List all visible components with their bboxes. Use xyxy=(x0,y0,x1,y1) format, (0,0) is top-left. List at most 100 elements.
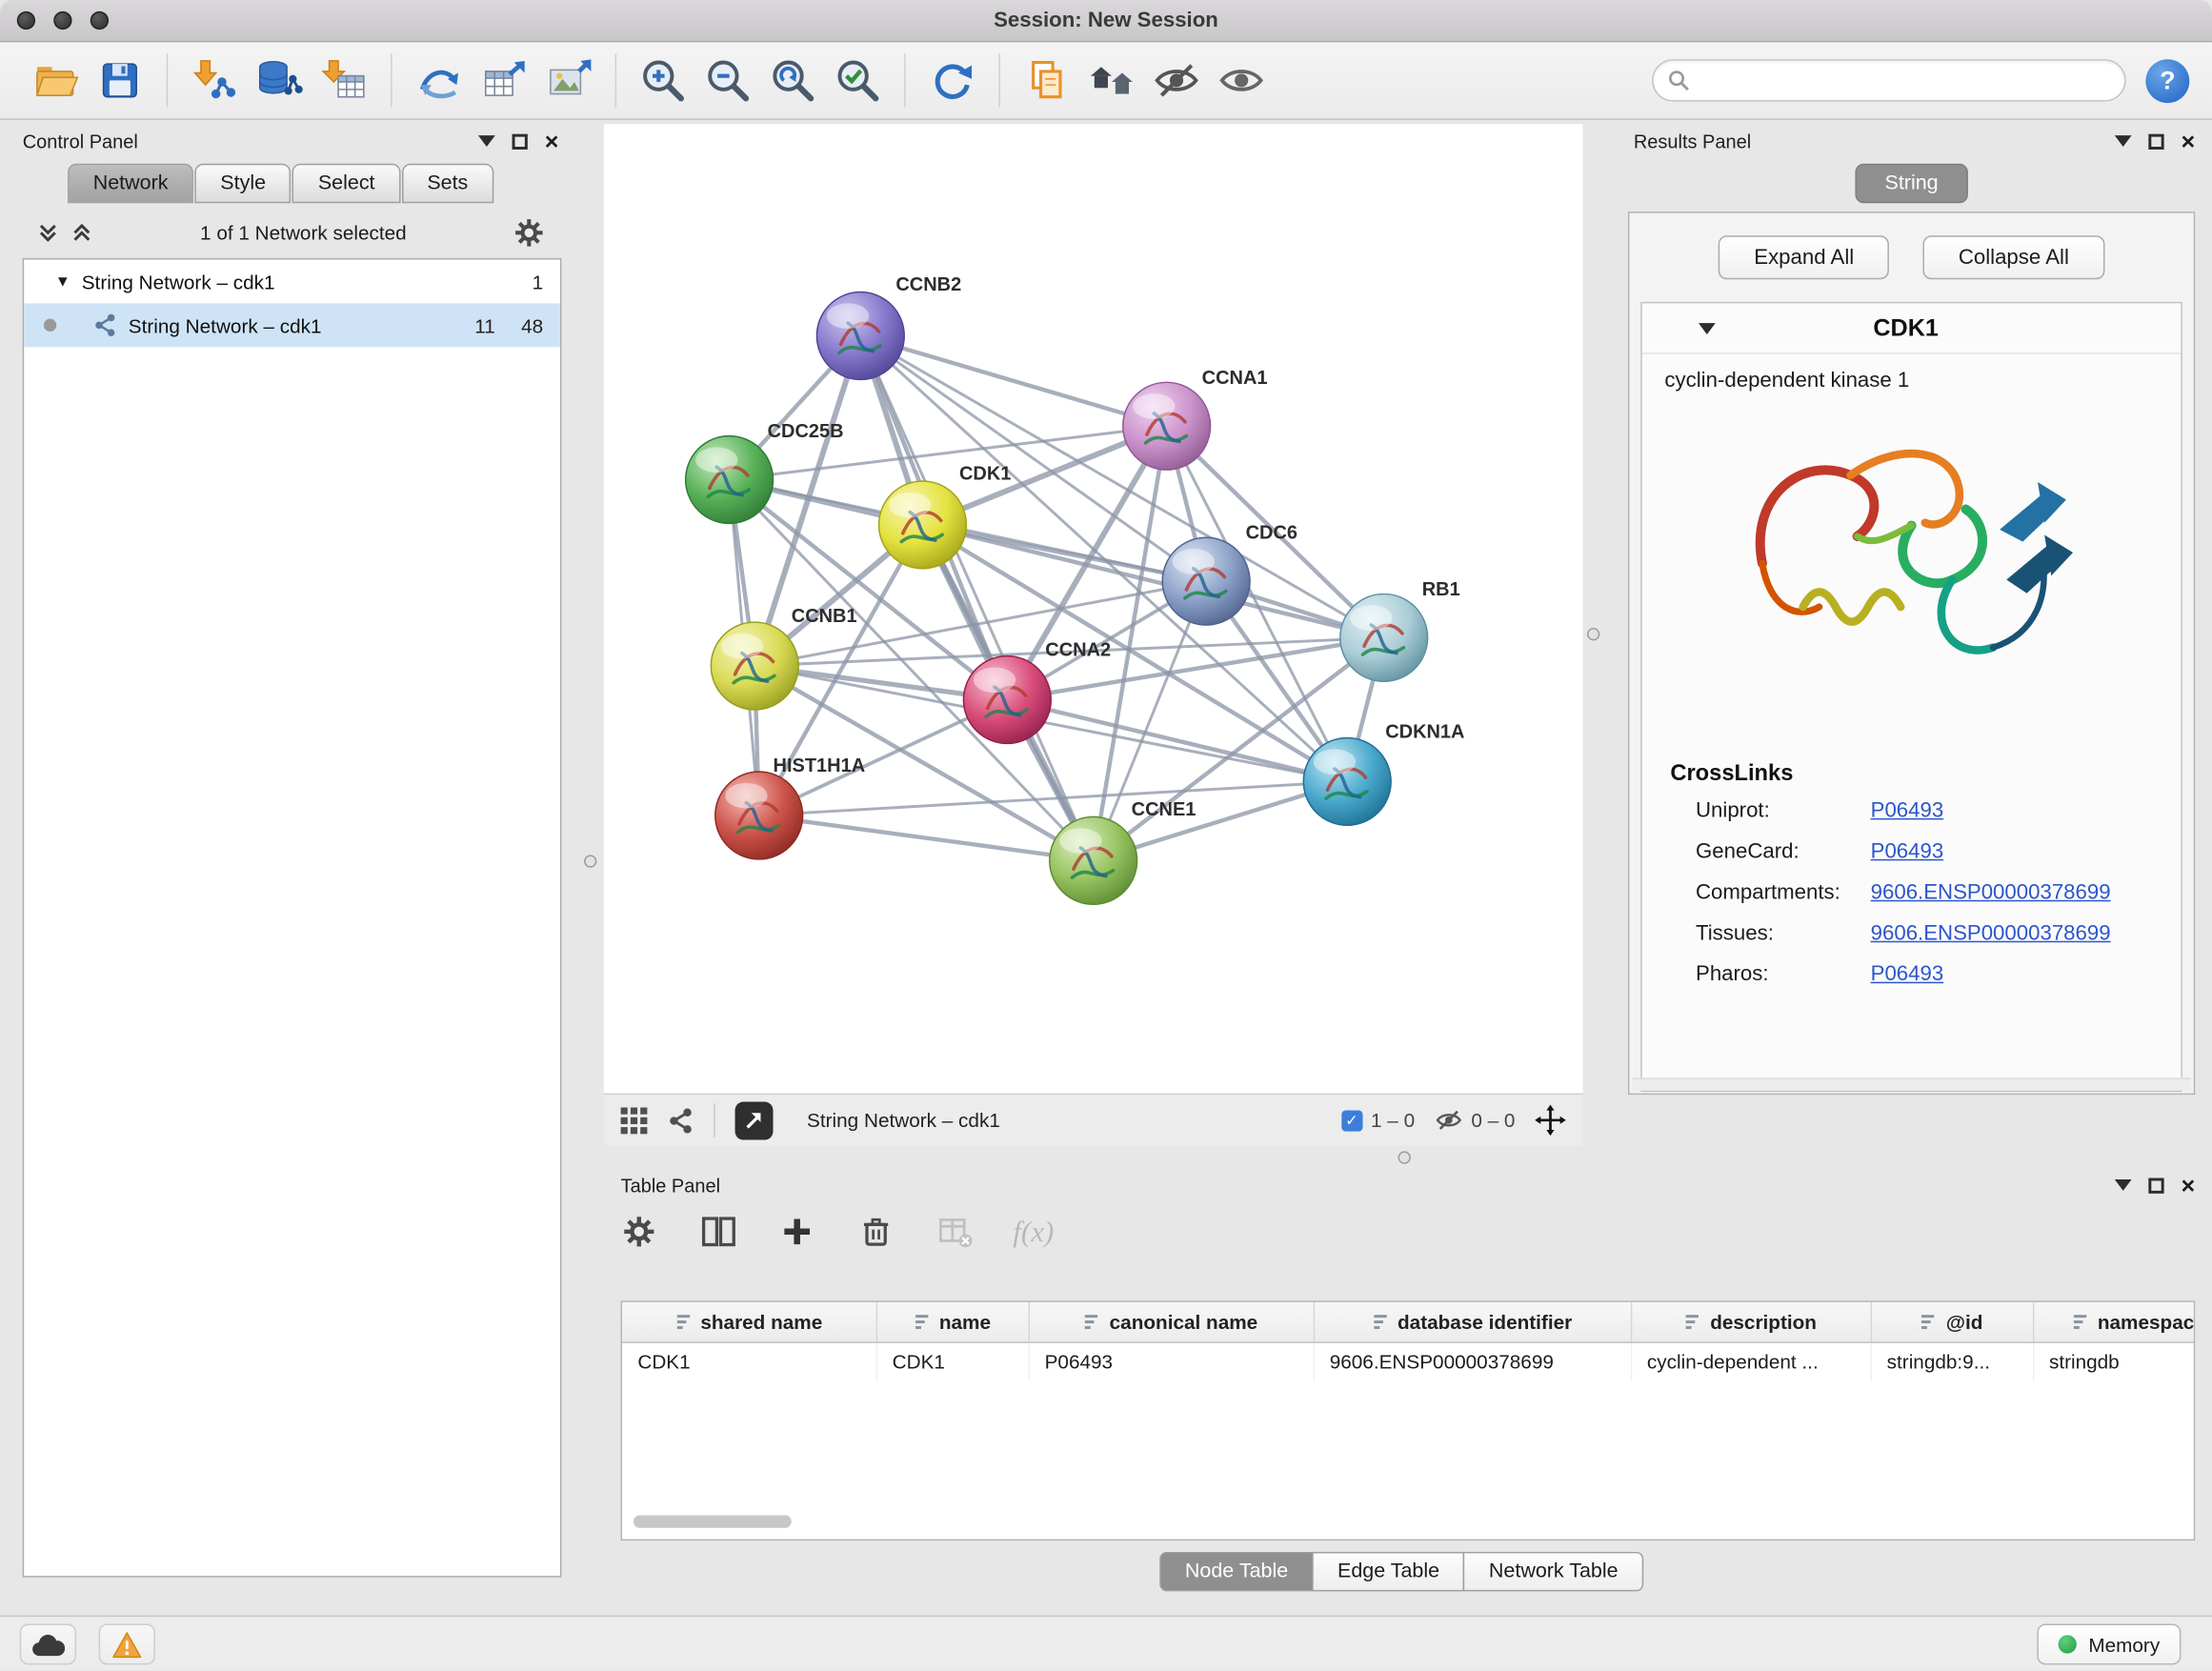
show-columns-button[interactable] xyxy=(697,1211,739,1253)
network-node-CCNB2[interactable] xyxy=(816,292,904,380)
zoom-fit-button[interactable] xyxy=(760,48,825,112)
crosslink-link[interactable]: P06493 xyxy=(1871,962,1944,986)
network-node-CCNA1[interactable] xyxy=(1123,382,1211,470)
sphere-gloss-highlight xyxy=(695,447,737,473)
tab-sets[interactable]: Sets xyxy=(402,164,493,203)
column-header-canonical-name[interactable]: canonical name xyxy=(1029,1302,1314,1341)
crosslink-label: Tissues: xyxy=(1696,921,1871,945)
zoom-selected-button[interactable] xyxy=(825,48,890,112)
refresh-layout-button[interactable] xyxy=(920,48,985,112)
houses-button[interactable] xyxy=(1079,48,1144,112)
cell-name[interactable]: CDK1 xyxy=(876,1341,1029,1380)
horizontal-scrollbar-thumb[interactable] xyxy=(633,1515,792,1527)
tab-style[interactable]: Style xyxy=(195,164,292,203)
crosslink-link[interactable]: 9606.ENSP00000378699 xyxy=(1871,921,2111,945)
create-column-button[interactable] xyxy=(775,1211,817,1253)
column-header-shared-name[interactable]: shared name xyxy=(622,1302,876,1341)
open-session-button[interactable] xyxy=(23,48,88,112)
grid-view-icon[interactable] xyxy=(621,1107,648,1134)
network-node-CDK1[interactable] xyxy=(879,481,967,569)
close-panel-icon[interactable]: × xyxy=(2182,129,2196,152)
tab-network[interactable]: Network xyxy=(68,164,193,203)
crosslink-link[interactable]: P06493 xyxy=(1871,839,1944,863)
expand-all-icon[interactable] xyxy=(70,221,93,244)
tree-collapse-arrow-icon[interactable]: ▼ xyxy=(55,273,70,291)
network-arrows-button[interactable] xyxy=(406,48,471,112)
vertical-splitter-handle[interactable] xyxy=(1587,628,1599,640)
export-table-button[interactable] xyxy=(472,48,536,112)
pan-move-icon[interactable] xyxy=(1535,1105,1566,1137)
column-header-namespace[interactable]: namespace xyxy=(2033,1302,2195,1341)
network-node-CCNE1[interactable] xyxy=(1050,816,1137,904)
memory-button[interactable]: Memory xyxy=(2038,1623,2181,1664)
column-header-database-identifier[interactable]: database identifier xyxy=(1314,1302,1631,1341)
results-scrollbar[interactable] xyxy=(1632,1077,2190,1090)
hide-selected-button[interactable] xyxy=(1144,48,1209,112)
network-node-CCNB1[interactable] xyxy=(711,622,798,710)
tab-network-table[interactable]: Network Table xyxy=(1463,1552,1643,1591)
network-node-CDC25B[interactable] xyxy=(686,436,774,524)
network-node-CCNA2[interactable] xyxy=(963,656,1051,744)
gear-icon[interactable] xyxy=(513,217,545,249)
panel-menu-icon[interactable] xyxy=(2115,135,2132,147)
export-network-button[interactable] xyxy=(735,1101,774,1139)
network-node-CDKN1A[interactable] xyxy=(1303,737,1391,825)
help-button[interactable]: ? xyxy=(2145,58,2189,102)
tab-edge-table[interactable]: Edge Table xyxy=(1312,1552,1464,1591)
panel-menu-icon[interactable] xyxy=(478,135,495,147)
column-header-description[interactable]: description xyxy=(1631,1302,1871,1341)
search-input[interactable] xyxy=(1690,70,2110,92)
warnings-button[interactable] xyxy=(99,1623,155,1664)
network-node-RB1[interactable] xyxy=(1340,594,1428,681)
cell-description[interactable]: cyclin-dependent ... xyxy=(1631,1341,1871,1380)
float-panel-icon[interactable] xyxy=(2148,133,2163,149)
network-edge[interactable] xyxy=(759,815,1094,860)
close-panel-icon[interactable]: × xyxy=(545,129,559,152)
birdseye-view-icon[interactable] xyxy=(667,1107,694,1134)
network-row-selected[interactable]: String Network – cdk1 11 48 xyxy=(24,303,560,347)
column-header-id[interactable]: @id xyxy=(1871,1302,2033,1341)
cell-shared-name[interactable]: CDK1 xyxy=(622,1341,876,1380)
float-panel-icon[interactable] xyxy=(2148,1178,2163,1193)
save-session-button[interactable] xyxy=(88,48,152,112)
zoom-in-button[interactable] xyxy=(631,48,695,112)
tab-select[interactable]: Select xyxy=(292,164,400,203)
cell-id[interactable]: stringdb:9... xyxy=(1871,1341,2033,1380)
export-image-button[interactable] xyxy=(536,48,601,112)
section-collapse-icon[interactable] xyxy=(1699,322,1716,333)
column-header-name[interactable]: name xyxy=(876,1302,1029,1341)
vertical-splitter-handle[interactable] xyxy=(584,855,596,867)
network-collection-row[interactable]: ▼ String Network – cdk1 1 xyxy=(24,259,560,303)
import-table-button[interactable] xyxy=(312,48,376,112)
collapse-all-button[interactable]: Collapse All xyxy=(1923,235,2104,279)
close-panel-icon[interactable]: × xyxy=(2182,1173,2196,1197)
panel-menu-icon[interactable] xyxy=(2115,1179,2132,1191)
collapse-all-icon[interactable] xyxy=(37,221,60,244)
table-row[interactable]: CDK1 CDK1 P06493 9606.ENSP00000378699 cy… xyxy=(622,1341,2195,1380)
network-node-HIST1H1A[interactable] xyxy=(715,772,803,859)
import-network-file-button[interactable] xyxy=(182,48,247,112)
float-panel-icon[interactable] xyxy=(513,133,528,149)
delete-column-button[interactable] xyxy=(855,1211,896,1253)
network-edge[interactable] xyxy=(860,335,1166,426)
network-node-CDC6[interactable] xyxy=(1162,537,1250,625)
cell-canonical-name[interactable]: P06493 xyxy=(1029,1341,1314,1380)
import-network-database-button[interactable] xyxy=(247,48,312,112)
toolbar-search-field[interactable] xyxy=(1652,59,2126,101)
tab-node-table[interactable]: Node Table xyxy=(1159,1552,1314,1591)
expand-all-button[interactable]: Expand All xyxy=(1719,235,1889,279)
horizontal-splitter-handle[interactable] xyxy=(1398,1151,1411,1163)
crosslink-link[interactable]: P06493 xyxy=(1871,798,1944,822)
cell-namespace[interactable]: stringdb xyxy=(2033,1341,2195,1380)
cloud-status-button[interactable] xyxy=(20,1623,76,1664)
zoom-out-button[interactable] xyxy=(695,48,760,112)
show-all-button[interactable] xyxy=(1209,48,1274,112)
copy-document-button[interactable] xyxy=(1015,48,1079,112)
crosslink-link[interactable]: 9606.ENSP00000378699 xyxy=(1871,880,2111,904)
network-edge[interactable] xyxy=(860,335,1093,860)
tab-string[interactable]: String xyxy=(1855,164,1967,203)
sort-icon xyxy=(1685,1313,1702,1330)
cell-database-identifier[interactable]: 9606.ENSP00000378699 xyxy=(1314,1341,1631,1380)
table-settings-button[interactable] xyxy=(618,1211,660,1253)
network-view-canvas[interactable]: CCNB2CCNA1CDC25BCDK1CDC6RB1CCNB1CCNA2CDK… xyxy=(604,124,1583,1093)
